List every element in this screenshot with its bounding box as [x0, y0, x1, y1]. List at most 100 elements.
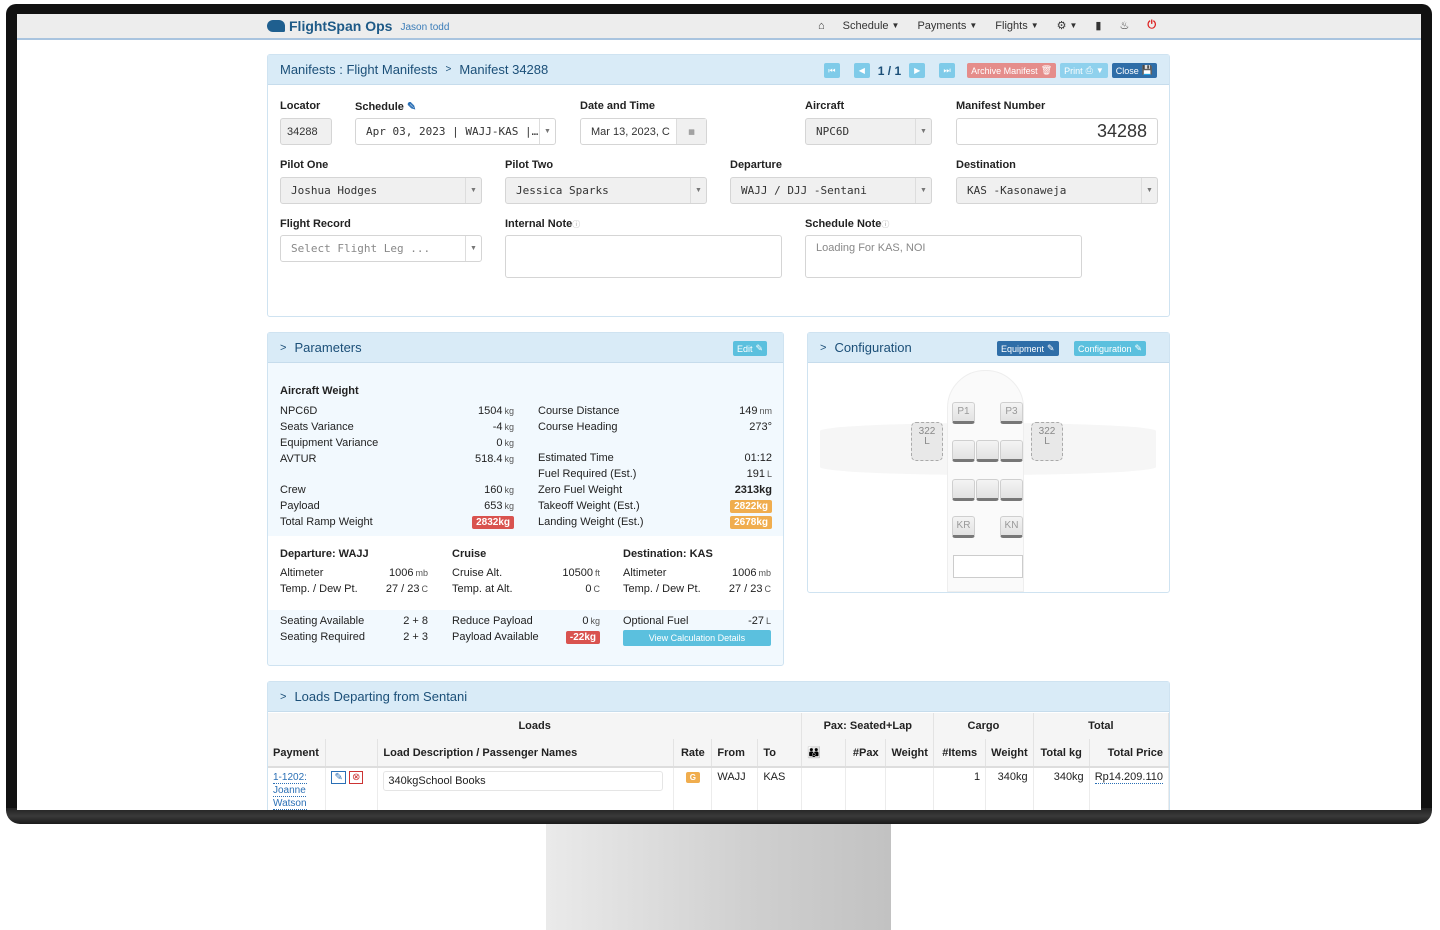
view-calculation-details-button[interactable]: View Calculation Details: [623, 630, 771, 646]
seat[interactable]: [1000, 479, 1023, 501]
param-row: Total Ramp Weight 2832kg: [280, 516, 514, 529]
seat-p1[interactable]: P1: [952, 402, 975, 424]
pencil-icon[interactable]: ✎: [407, 101, 416, 113]
nav-payments[interactable]: Payments ▼: [908, 20, 986, 32]
datetime-value: Mar 13, 2023, C: [591, 125, 670, 138]
col-items[interactable]: #Items: [933, 739, 987, 767]
aircraft-select[interactable]: NPC6D ▼: [805, 118, 932, 145]
help-icon[interactable]: ⓘ: [881, 220, 889, 229]
col-payment[interactable]: Payment: [268, 739, 327, 767]
param-row: Altimeter 1006 mb: [623, 567, 771, 579]
prev-page-button[interactable]: ◀: [853, 63, 870, 78]
reduce-payload-label: Reduce Payload: [452, 615, 533, 627]
first-page-button[interactable]: ⏮: [823, 63, 840, 78]
col-pax-count[interactable]: #Pax: [845, 739, 887, 767]
items-value[interactable]: 1: [933, 767, 987, 810]
internal-note-label-text: Internal Note: [505, 218, 573, 230]
seating-required-label: Seating Required: [280, 631, 366, 643]
brand-name: FlightSpan Ops: [289, 18, 393, 34]
parameters-header[interactable]: > Parameters Edit ✎: [268, 333, 783, 363]
col-cargo-weight[interactable]: Weight: [985, 739, 1034, 767]
internal-note-textarea[interactable]: [505, 235, 782, 278]
pilot-two-value: Jessica Sparks: [516, 184, 609, 197]
payment-link[interactable]: 1-1202: Joanne Watson: [273, 772, 307, 810]
param-label: Zero Fuel Weight: [538, 484, 623, 496]
current-user[interactable]: Jason todd: [400, 22, 449, 33]
col-total-kg[interactable]: Total kg: [1033, 739, 1090, 767]
configuration-button[interactable]: Configuration ✎: [1074, 341, 1147, 356]
print-button[interactable]: Print ⎙ ▼: [1060, 63, 1108, 78]
column-header-row: Payment Load Description / Passenger Nam…: [268, 739, 1170, 767]
last-page-button[interactable]: ⏭: [939, 63, 956, 78]
flight-record-select[interactable]: Select Flight Leg ... ▼: [280, 235, 482, 262]
breadcrumb-current: Manifest 34288: [459, 62, 549, 77]
caret-down-icon: ▼: [1030, 21, 1039, 30]
param-row: AVTUR 518.4 kg: [280, 453, 514, 465]
home-icon[interactable]: ⌂: [809, 20, 834, 32]
seat[interactable]: [952, 440, 975, 462]
bell-icon[interactable]: ♨: [1110, 19, 1138, 32]
schedule-select[interactable]: Apr 03, 2023 | WAJJ-KAS |… ▼: [355, 118, 556, 145]
param-row: Course Distance 149 nm: [538, 405, 772, 417]
manifest-number-input[interactable]: 34288: [956, 118, 1158, 145]
monitor-chin: [6, 808, 1432, 824]
fuel-tank-left[interactable]: 322 L: [911, 422, 943, 461]
calendar-icon[interactable]: ▦: [676, 119, 706, 144]
loads-panel: > Loads Departing from Sentani Loads Pax…: [267, 681, 1170, 810]
power-icon[interactable]: ⏻: [1138, 19, 1165, 32]
load-description[interactable]: 340kgSchool Books: [383, 771, 664, 791]
unlink-icon[interactable]: ⊗: [348, 771, 364, 784]
seat[interactable]: [952, 479, 975, 501]
schedule-value: Apr 03, 2023 | WAJJ-KAS |…: [366, 125, 539, 138]
breadcrumb-root[interactable]: Manifests : Flight Manifests: [280, 62, 438, 77]
col-rate[interactable]: Rate: [673, 739, 713, 767]
col-description[interactable]: Load Description / Passenger Names: [377, 739, 675, 767]
loads-header[interactable]: > Loads Departing from Sentani: [268, 682, 1169, 712]
document-icon[interactable]: ▮: [1086, 19, 1110, 32]
cargo-hold[interactable]: [953, 555, 1023, 578]
gear-icon[interactable]: ⚙ ▼: [1048, 19, 1087, 32]
departure-select[interactable]: WAJJ / DJJ -Sentani ▼: [730, 177, 932, 204]
edit-icon[interactable]: ✎: [331, 771, 346, 784]
pencil-icon: ✎: [1134, 343, 1143, 353]
col-pax-weight[interactable]: Weight: [885, 739, 935, 767]
brand[interactable]: FlightSpan Ops Jason todd: [267, 18, 449, 34]
equipment-button[interactable]: Equipment ✎: [997, 341, 1059, 356]
seat[interactable]: [976, 479, 999, 501]
pilot-two-select[interactable]: Jessica Sparks ▼: [505, 177, 707, 204]
archive-manifest-button[interactable]: Archive Manifest 🗑: [967, 63, 1057, 78]
nav-schedule[interactable]: Schedule ▼: [834, 20, 909, 32]
pilot-one-select[interactable]: Joshua Hodges ▼: [280, 177, 482, 204]
unit: kg: [504, 406, 514, 416]
rate-badge[interactable]: G: [685, 772, 700, 783]
seat-kn[interactable]: KN: [1000, 516, 1023, 538]
destination-select[interactable]: KAS -Kasonaweja ▼: [956, 177, 1158, 204]
seat[interactable]: [976, 440, 999, 462]
aircraft-value: NPC6D: [816, 125, 850, 138]
col-to[interactable]: To: [757, 739, 803, 767]
schedule-note-textarea[interactable]: Loading For KAS, NOI: [805, 235, 1082, 278]
cargo-weight-value[interactable]: 340kg: [985, 767, 1034, 810]
col-from[interactable]: From: [711, 739, 759, 767]
param-label: Landing Weight (Est.): [538, 516, 644, 528]
fuel-tank-right[interactable]: 322 L: [1031, 422, 1063, 461]
param-value: 2822kg: [730, 500, 772, 513]
seat-p3[interactable]: P3: [1000, 402, 1023, 424]
loads-title: Loads Departing from Sentani: [294, 689, 468, 704]
schedule-note-label-text: Schedule Note: [805, 218, 882, 230]
nav-flights[interactable]: Flights ▼: [986, 20, 1047, 32]
pencil-icon: ✎: [755, 343, 763, 353]
chevron-down-icon: ▼: [539, 119, 555, 144]
next-page-button[interactable]: ▶: [909, 63, 926, 78]
configuration-header[interactable]: > Configuration Equipment ✎ Configuration…: [808, 333, 1169, 363]
datetime-input[interactable]: Mar 13, 2023, C ▦: [580, 118, 707, 145]
edit-parameters-button[interactable]: Edit ✎: [732, 341, 767, 356]
seating-available-label: Seating Available: [280, 615, 365, 627]
optional-fuel-row: Optional Fuel -27 L: [623, 615, 771, 627]
close-button[interactable]: Close 💾: [1111, 63, 1157, 78]
seat[interactable]: [1000, 440, 1023, 462]
col-total-price[interactable]: Total Price: [1089, 739, 1170, 767]
seat-kr[interactable]: KR: [952, 516, 975, 538]
help-icon[interactable]: ⓘ: [572, 220, 580, 229]
nav-schedule-label: Schedule: [842, 19, 889, 32]
